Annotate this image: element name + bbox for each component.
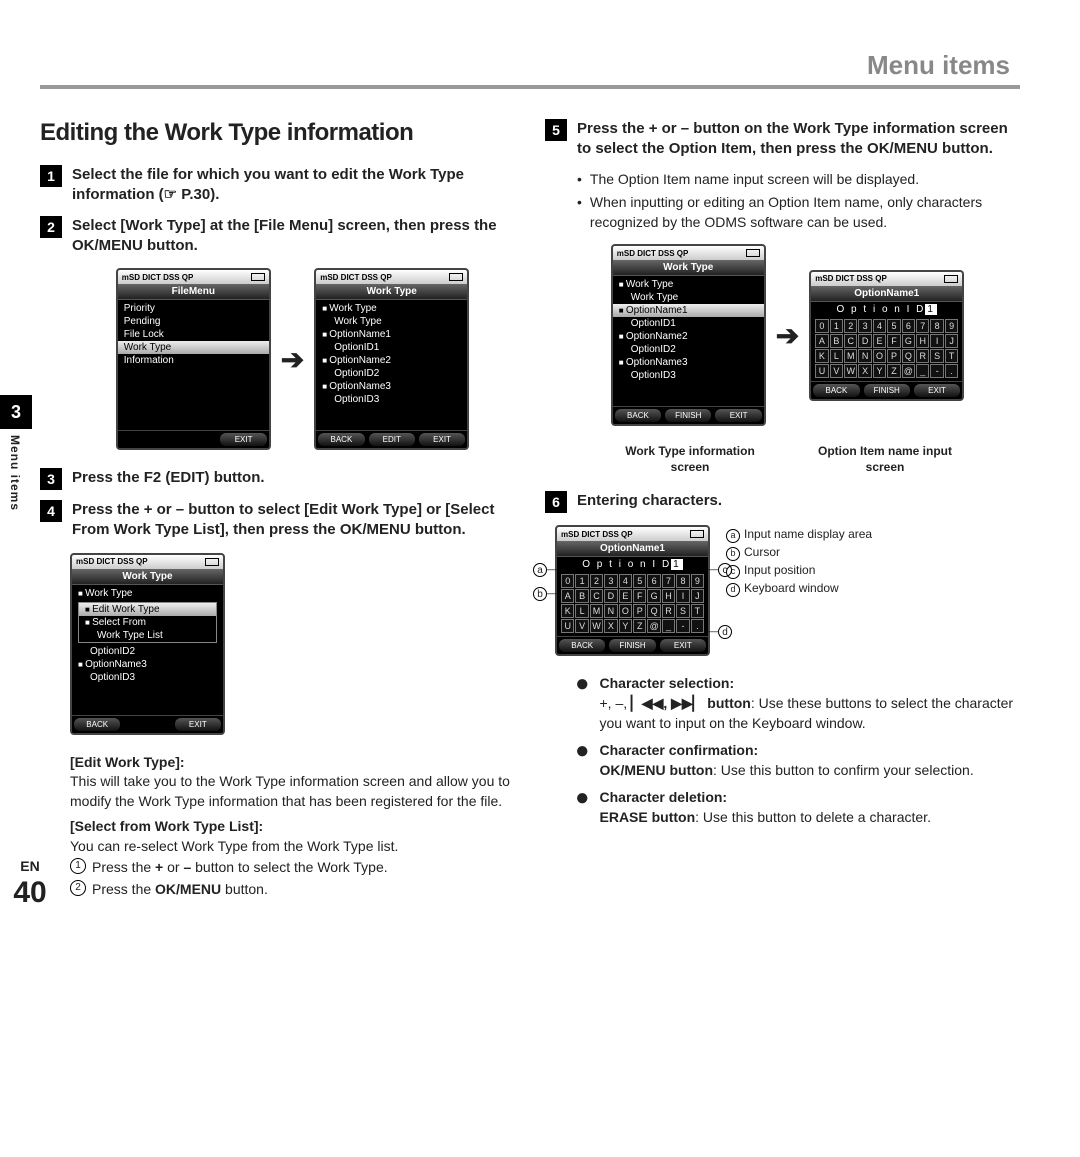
step-2: 2 Select [Work Type] at the [File Menu] … bbox=[40, 216, 515, 257]
chapter-label: Menu items bbox=[8, 435, 22, 511]
screens-row-2: mSD DICT DSS QPWork TypeWork TypeEdit Wo… bbox=[70, 553, 515, 735]
screens-row-3: mSD DICT DSS QPWork TypeWork TypeWork Ty… bbox=[555, 244, 1020, 426]
step-6: 6 Entering characters. bbox=[545, 491, 1020, 513]
lcd-option-input-callout: mSD DICT DSS QPOptionName1O p t i o n I … bbox=[555, 525, 710, 656]
step-1: 1 Select the file for which you want to … bbox=[40, 165, 515, 206]
header-rule bbox=[40, 85, 1020, 89]
callout-legend: aInput name display area bCursor cInput … bbox=[726, 525, 872, 597]
step-text: Press the + or – button to select [Edit … bbox=[72, 500, 515, 541]
captions-row: Work Type information screen Option Item… bbox=[555, 444, 1020, 475]
step-text: Entering characters. bbox=[577, 491, 722, 513]
footer: EN 40 bbox=[0, 858, 60, 910]
lcd-filemenu: mSD DICT DSS QPFileMenuPriorityPendingFi… bbox=[116, 268, 271, 450]
page-header: Menu items bbox=[40, 50, 1020, 81]
right-column: 5 Press the + or – button on the Work Ty… bbox=[545, 119, 1020, 900]
lcd-option-input: mSD DICT DSS QPOptionName1O p t i o n I … bbox=[809, 270, 964, 401]
char-entry-bullets: ●Character selection:+, –, ▏◀◀, ▶▶▏ butt… bbox=[545, 674, 1020, 827]
step-number: 2 bbox=[40, 216, 62, 238]
step-number: 1 bbox=[40, 165, 62, 187]
caption-option-input: Option Item name input screen bbox=[808, 444, 963, 475]
step-text: Press the F2 (EDIT) button. bbox=[72, 468, 265, 490]
step-number: 3 bbox=[40, 468, 62, 490]
page-number: 40 bbox=[0, 876, 60, 910]
step-text: Select [Work Type] at the [File Menu] sc… bbox=[72, 216, 515, 257]
section-heading: Editing the Work Type information bbox=[40, 119, 515, 147]
step-text: Press the + or – button on the Work Type… bbox=[577, 119, 1020, 160]
desc-select-from-list: [Select from Work Type List]: You can re… bbox=[70, 817, 515, 899]
step-3: 3 Press the F2 (EDIT) button. bbox=[40, 468, 515, 490]
step-5-notes: The Option Item name input screen will b… bbox=[577, 170, 1020, 233]
step-number: 5 bbox=[545, 119, 567, 141]
chapter-number: 3 bbox=[0, 395, 32, 429]
bullet-item: ●Character confirmation:OK/MENU button: … bbox=[575, 741, 1020, 780]
step-text: Select the file for which you want to ed… bbox=[72, 165, 515, 206]
lcd-edit-popup: mSD DICT DSS QPWork TypeWork TypeEdit Wo… bbox=[70, 553, 225, 735]
arrow-icon: ➔ bbox=[776, 319, 799, 352]
caption-worktype-info: Work Type information screen bbox=[613, 444, 768, 475]
lcd-worktype-list: mSD DICT DSS QPWork TypeWork TypeWork Ty… bbox=[314, 268, 469, 450]
side-tab: 3 Menu items bbox=[0, 395, 32, 511]
screens-row-1: mSD DICT DSS QPFileMenuPriorityPendingFi… bbox=[70, 268, 515, 450]
arrow-icon: ➔ bbox=[281, 343, 304, 376]
step-4: 4 Press the + or – button to select [Edi… bbox=[40, 500, 515, 541]
lang-label: EN bbox=[0, 858, 60, 874]
bullet-item: ●Character deletion:ERASE button: Use th… bbox=[575, 788, 1020, 827]
left-column: Editing the Work Type information 1 Sele… bbox=[40, 119, 515, 900]
desc-edit-work-type: [Edit Work Type]: This will take you to … bbox=[70, 753, 515, 812]
step-number: 6 bbox=[545, 491, 567, 513]
bullet-item: ●Character selection:+, –, ▏◀◀, ▶▶▏ butt… bbox=[575, 674, 1020, 733]
step-5: 5 Press the + or – button on the Work Ty… bbox=[545, 119, 1020, 160]
step-number: 4 bbox=[40, 500, 62, 522]
lcd-worktype-info: mSD DICT DSS QPWork TypeWork TypeWork Ty… bbox=[611, 244, 766, 426]
callout-diagram: a— b— —c —d mSD DICT DSS QPOptionName1O … bbox=[555, 525, 1020, 656]
